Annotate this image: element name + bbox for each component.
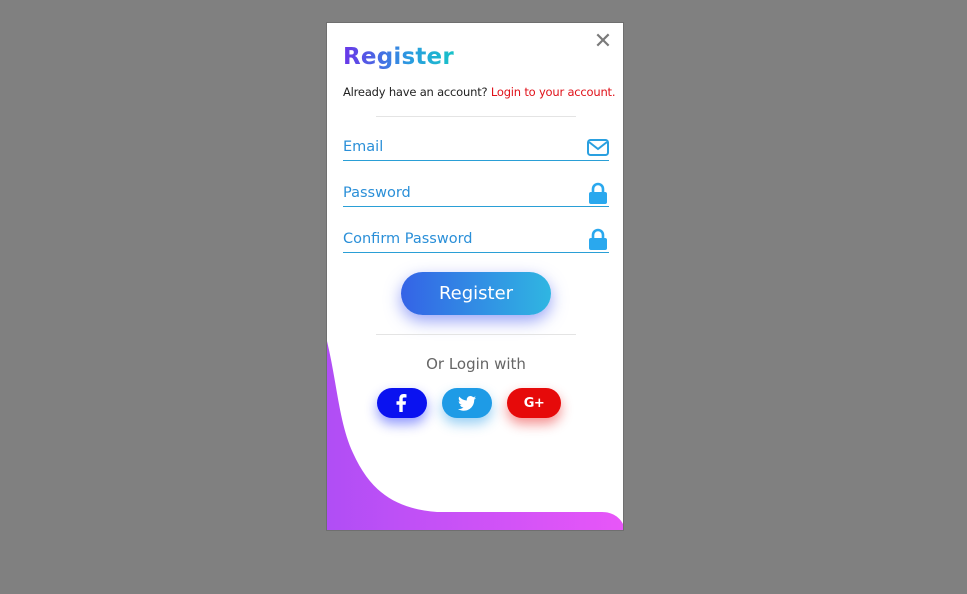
email-field-wrapper	[343, 135, 609, 161]
facebook-icon	[396, 394, 407, 412]
login-prompt-text: Already have an account?	[343, 85, 491, 99]
confirm-password-field-wrapper	[343, 227, 609, 253]
social-login-heading: Or Login with	[426, 355, 526, 373]
confirm-password-input[interactable]	[343, 227, 579, 251]
page-title: Register	[343, 44, 454, 70]
envelope-icon	[587, 139, 609, 156]
login-link[interactable]: Login to your account.	[491, 85, 616, 99]
twitter-login-button[interactable]	[442, 388, 492, 418]
password-input[interactable]	[343, 181, 579, 205]
google-plus-login-button[interactable]: G+	[507, 388, 561, 418]
register-button[interactable]: Register	[401, 272, 551, 315]
lock-icon	[589, 228, 607, 250]
close-button[interactable]: ✕	[593, 31, 613, 53]
close-icon: ✕	[593, 29, 613, 54]
email-input[interactable]	[343, 135, 579, 159]
lock-icon	[589, 182, 607, 204]
register-modal: ✕ Register Already have an account? Logi…	[326, 22, 624, 531]
password-field-wrapper	[343, 181, 609, 207]
twitter-icon	[458, 395, 476, 411]
top-divider	[376, 116, 576, 117]
login-prompt: Already have an account? Login to your a…	[343, 85, 616, 99]
google-plus-icon: G+	[523, 395, 545, 411]
bottom-divider	[376, 334, 576, 335]
facebook-login-button[interactable]	[377, 388, 427, 418]
